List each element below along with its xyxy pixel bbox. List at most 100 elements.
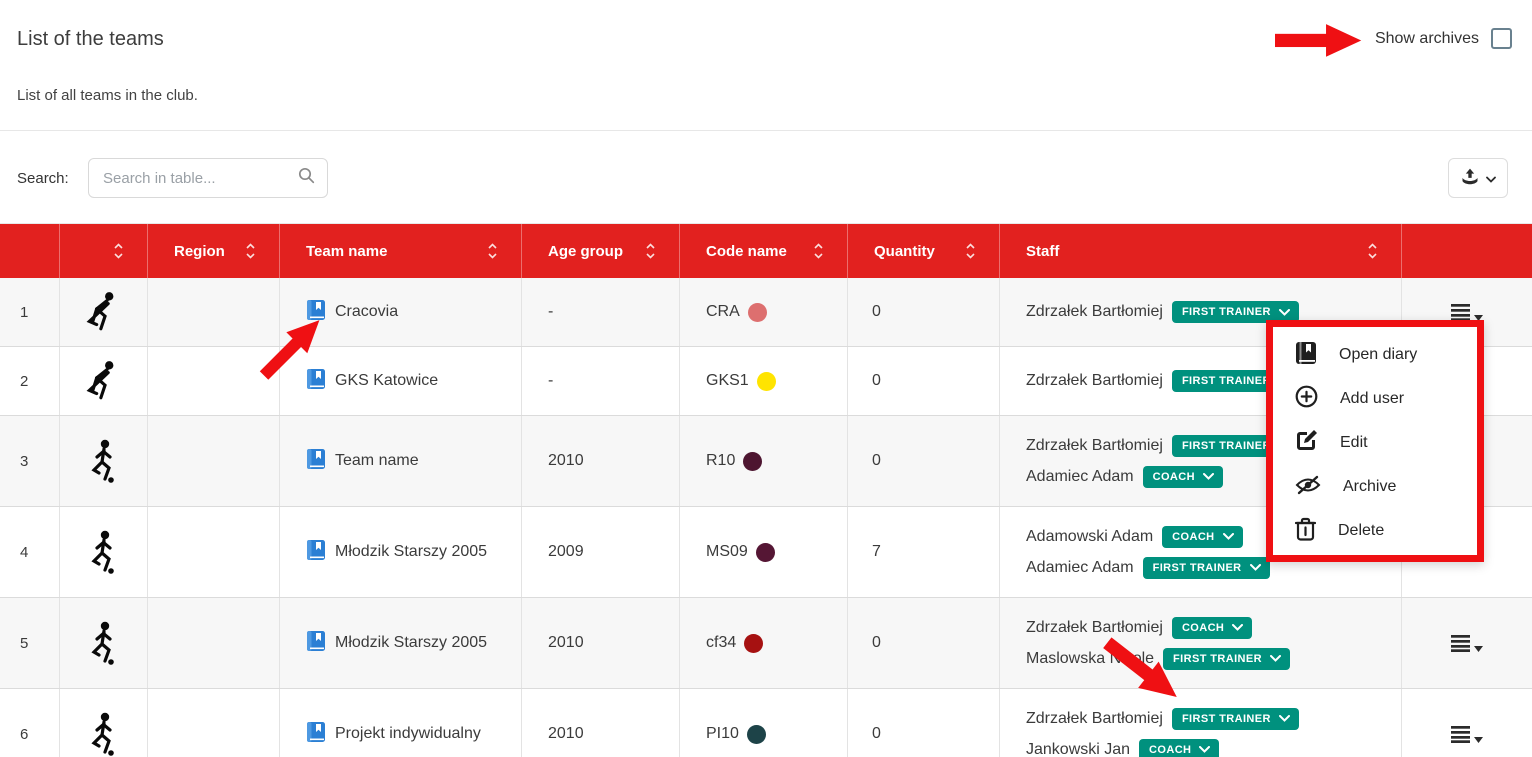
team-name[interactable]: Projekt indywidualny (335, 725, 481, 743)
team-name[interactable]: Młodzik Starszy 2005 (335, 634, 487, 652)
col-header-code-name[interactable]: Code name (680, 224, 848, 278)
col-header-staff[interactable]: Staff (1000, 224, 1402, 278)
row-menu-button[interactable] (1451, 634, 1483, 652)
row-menu-button[interactable] (1451, 725, 1483, 743)
staff-name: Jankowski Jan (1026, 741, 1130, 757)
sort-icon[interactable] (644, 243, 657, 259)
staff-role-badge[interactable]: FIRST TRAINER (1172, 708, 1299, 730)
hockey-player-icon (60, 347, 148, 415)
staff-role-badge[interactable]: COACH (1162, 526, 1242, 548)
team-name[interactable]: Młodzik Starszy 2005 (335, 543, 487, 561)
staff-name: Zdrzałek Bartłomiej (1026, 619, 1163, 637)
diary-book-icon[interactable] (306, 448, 326, 475)
page-title: List of the teams (17, 28, 164, 51)
sort-icon[interactable] (812, 243, 825, 259)
search-input[interactable] (103, 170, 298, 187)
team-name-cell[interactable]: Młodzik Starszy 2005 (280, 598, 522, 688)
football-player-icon (60, 507, 148, 597)
chevron-down-icon (1279, 715, 1290, 722)
sort-icon[interactable] (486, 243, 499, 259)
menu-item-delete[interactable]: Delete (1273, 509, 1477, 553)
sort-icon[interactable] (964, 243, 977, 259)
chevron-down-icon (1279, 309, 1290, 316)
export-button[interactable] (1448, 158, 1508, 198)
search-box (88, 158, 328, 198)
staff-name: Adamowski Adam (1026, 528, 1153, 546)
col-header-quantity[interactable]: Quantity (848, 224, 1000, 278)
menu-item-add-user[interactable]: Add user (1273, 377, 1477, 421)
show-archives-label: Show archives (1375, 30, 1479, 48)
team-name[interactable]: GKS Katowice (335, 372, 438, 390)
plus-circle-icon (1295, 385, 1318, 413)
show-archives-control: Show archives (1375, 28, 1512, 49)
staff-role-badge[interactable]: FIRST TRAINER (1143, 557, 1270, 579)
staff-name: Zdrzałek Bartłomiej (1026, 303, 1163, 321)
team-color-dot (743, 452, 762, 471)
staff-name: Zdrzałek Bartłomiej (1026, 372, 1163, 390)
col-header-region[interactable]: Region (148, 224, 280, 278)
col-header-sport[interactable] (60, 224, 148, 278)
team-color-dot (756, 543, 775, 562)
sort-icon[interactable] (1366, 243, 1379, 259)
team-name[interactable]: Cracovia (335, 303, 398, 321)
diary-book-icon[interactable] (306, 721, 326, 748)
staff-role-badge[interactable]: FIRST TRAINER (1163, 648, 1290, 670)
row-index: 1 (0, 278, 60, 346)
quantity-cell: 7 (848, 507, 1000, 597)
sort-icon[interactable] (112, 243, 125, 259)
diary-book-icon[interactable] (306, 630, 326, 657)
row-actions-menu: Open diary Add user Edit Archive Delete (1266, 320, 1484, 562)
team-name-cell[interactable]: Młodzik Starszy 2005 (280, 507, 522, 597)
sort-icon[interactable] (244, 243, 257, 259)
search-label: Search: (17, 170, 69, 187)
col-header-age-group[interactable]: Age group (522, 224, 680, 278)
export-icon (1460, 167, 1480, 190)
page-subtitle: List of all teams in the club. (17, 87, 198, 104)
chevron-down-icon (1223, 533, 1234, 540)
chevron-down-icon (1203, 473, 1214, 480)
staff-role-badge[interactable]: COACH (1143, 466, 1223, 488)
edit-icon (1295, 429, 1318, 457)
staff-cell: Zdrzałek Bartłomiej COACH Maslowska Nico… (1000, 598, 1402, 688)
actions-cell (1402, 689, 1532, 757)
quantity-cell: 0 (848, 278, 1000, 346)
staff-cell: Zdrzałek Bartłomiej FIRST TRAINER Jankow… (1000, 689, 1402, 757)
diary-book-icon[interactable] (306, 299, 326, 326)
hockey-player-icon (60, 278, 148, 346)
football-player-icon (60, 598, 148, 688)
staff-name: Zdrzałek Bartłomiej (1026, 710, 1163, 728)
row-menu-button[interactable] (1451, 303, 1483, 321)
staff-role-badge[interactable]: COACH (1172, 617, 1252, 639)
diary-book-icon[interactable] (306, 368, 326, 395)
quantity-cell: 0 (848, 598, 1000, 688)
quantity-cell: 0 (848, 689, 1000, 757)
row-index: 3 (0, 416, 60, 506)
table-row: 5 Młodzik Starszy 2005 2010 cf34 0 Z (0, 598, 1532, 689)
team-name-cell[interactable]: Cracovia (280, 278, 522, 346)
row-index: 6 (0, 689, 60, 757)
menu-item-open-diary[interactable]: Open diary (1273, 333, 1477, 377)
diary-book-icon[interactable] (306, 539, 326, 566)
age-group-cell: 2010 (522, 598, 680, 688)
col-header-team-name[interactable]: Team name (280, 224, 522, 278)
team-name-cell[interactable]: GKS Katowice (280, 347, 522, 415)
team-name-cell[interactable]: Projekt indywidualny (280, 689, 522, 757)
menu-item-archive[interactable]: Archive (1273, 465, 1477, 509)
team-color-dot (744, 634, 763, 653)
team-name-cell[interactable]: Team name (280, 416, 522, 506)
staff-name: Adamiec Adam (1026, 468, 1134, 486)
caret-down-icon (1474, 737, 1483, 743)
chevron-down-icon (1270, 655, 1281, 662)
diary-icon (1295, 341, 1317, 370)
menu-item-edit[interactable]: Edit (1273, 421, 1477, 465)
header-divider (0, 130, 1532, 131)
team-name[interactable]: Team name (335, 452, 419, 470)
age-group-cell: - (522, 278, 680, 346)
teams-list-page: List of the teams List of all teams in t… (0, 0, 1532, 757)
eye-off-icon (1295, 474, 1321, 501)
staff-role-badge[interactable]: COACH (1139, 739, 1219, 757)
show-archives-checkbox[interactable] (1491, 28, 1512, 49)
code-name-cell: PI10 (680, 689, 848, 757)
region-cell (148, 347, 280, 415)
age-group-cell: 2010 (522, 416, 680, 506)
